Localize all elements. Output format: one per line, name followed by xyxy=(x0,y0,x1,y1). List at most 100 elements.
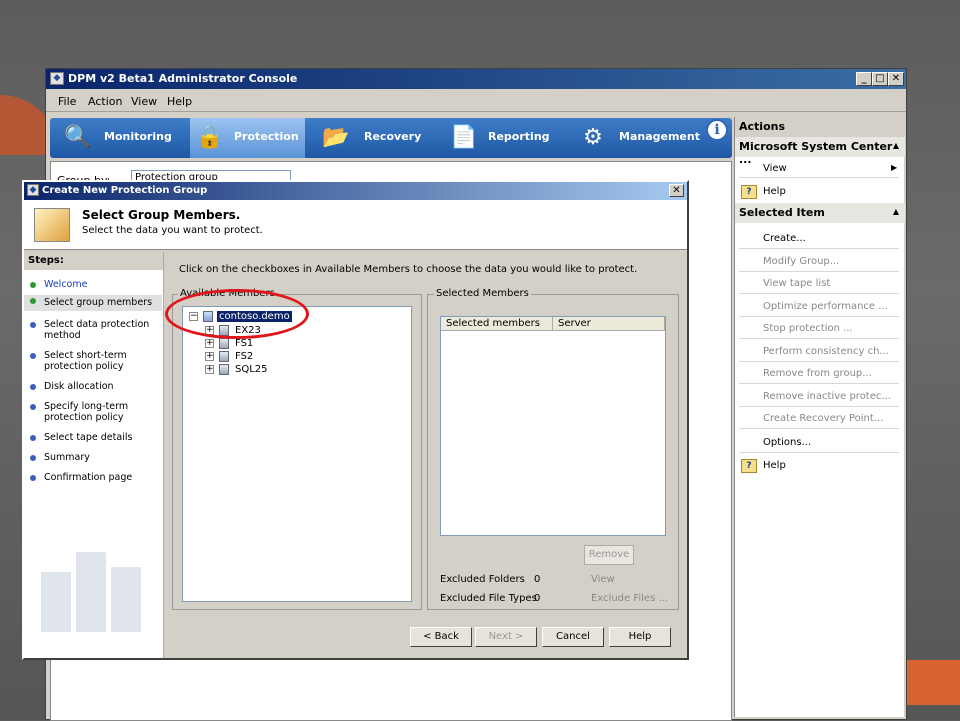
step-tape-details[interactable]: Select tape details xyxy=(30,432,162,443)
excluded-folders-label: Excluded Folders xyxy=(440,574,525,585)
column-header-selected-members[interactable]: Selected members xyxy=(441,317,553,331)
tab-reporting[interactable]: 📄 Reporting xyxy=(450,118,570,158)
action-stop-protection[interactable]: Stop protection ... xyxy=(763,323,853,334)
menu-view[interactable]: View xyxy=(131,95,157,108)
server-icon xyxy=(219,351,229,362)
tab-protection[interactable]: 🔒 Protection xyxy=(190,118,305,158)
available-members-tree[interactable]: − contoso.demo + EX23 + FS1 + FS2 + SQL2… xyxy=(182,306,412,602)
maximize-button[interactable]: □ xyxy=(872,72,888,86)
next-button[interactable]: Next > xyxy=(475,627,537,647)
server-icon xyxy=(219,338,229,349)
expand-plus-icon[interactable]: + xyxy=(205,352,214,361)
info-icon[interactable]: i xyxy=(706,119,728,141)
steps-title: Steps: xyxy=(24,252,163,270)
view-excluded-folders-link[interactable]: View xyxy=(591,574,615,585)
collapse-up-icon: ▲ xyxy=(892,141,899,150)
action-view-tape-list[interactable]: View tape list xyxy=(763,278,830,289)
step-data-protection-method[interactable]: Select data protection method xyxy=(30,319,162,341)
servers-watermark-icon xyxy=(41,552,141,632)
selected-members-legend: Selected Members xyxy=(434,288,531,299)
cancel-button[interactable]: Cancel xyxy=(542,627,604,647)
step-dot-icon xyxy=(30,353,36,359)
window-title: DPM v2 Beta1 Administrator Console xyxy=(68,72,298,85)
action-options[interactable]: Options... xyxy=(763,437,811,448)
menu-file[interactable]: File xyxy=(58,95,76,108)
dialog-close-button[interactable]: ✕ xyxy=(669,184,684,197)
dialog-app-icon: ◆ xyxy=(27,184,39,196)
action-remove-inactive[interactable]: Remove inactive protec... xyxy=(763,391,891,402)
tab-monitoring[interactable]: 🔍 Monitoring xyxy=(50,118,185,158)
help-button[interactable]: Help xyxy=(609,627,671,647)
tree-node-fs2[interactable]: FS2 xyxy=(235,351,253,363)
action-view[interactable]: View xyxy=(763,163,787,174)
dialog-title-bar[interactable]: Create New Protection Group xyxy=(24,182,687,200)
step-disk-allocation[interactable]: Disk allocation xyxy=(30,381,162,392)
action-create[interactable]: Create... xyxy=(763,233,806,244)
separator xyxy=(739,316,899,317)
instruction-text: Click on the checkboxes in Available Mem… xyxy=(179,264,638,275)
dialog-heading: Select Group Members. xyxy=(82,208,241,222)
step-welcome[interactable]: Welcome xyxy=(30,279,162,290)
tab-management[interactable]: ⚙ Management xyxy=(575,118,710,158)
separator xyxy=(739,406,899,407)
exclude-files-link[interactable]: Exclude Files ... xyxy=(591,593,668,604)
dialog-subheading: Select the data you want to protect. xyxy=(82,225,263,236)
actions-section-selected-item[interactable]: Selected Item ▲ xyxy=(735,203,905,223)
step-dot-icon xyxy=(30,455,36,461)
actions-section-system-center[interactable]: Microsoft System Center ... ▲ xyxy=(735,137,905,166)
action-remove-from-group[interactable]: Remove from group... xyxy=(763,368,872,379)
tab-recovery[interactable]: 📂 Recovery xyxy=(320,118,440,158)
step-dot-icon xyxy=(30,404,36,410)
separator xyxy=(739,338,899,339)
dialog-header: Select Group Members. Select the data yo… xyxy=(24,200,687,250)
help-icon: ? xyxy=(741,459,757,473)
step-short-term-policy[interactable]: Select short-term protection policy xyxy=(30,350,162,372)
remove-button[interactable]: Remove xyxy=(584,545,634,565)
column-header-server[interactable]: Server xyxy=(553,317,665,331)
action-modify-group[interactable]: Modify Group... xyxy=(763,256,839,267)
minimize-button[interactable]: _ xyxy=(856,72,872,86)
action-create-recovery-point[interactable]: Create Recovery Point... xyxy=(763,413,883,424)
separator xyxy=(739,383,899,384)
action-optimize-performance[interactable]: Optimize performance ... xyxy=(763,301,888,312)
expand-plus-icon[interactable]: + xyxy=(205,339,214,348)
main-title-bar[interactable]: DPM v2 Beta1 Administrator Console xyxy=(46,69,906,89)
collapse-up-icon: ▲ xyxy=(892,207,899,216)
highlight-annotation-ellipse xyxy=(165,289,309,339)
selected-members-table[interactable]: Selected members Server xyxy=(440,316,666,536)
menu-action[interactable]: Action xyxy=(88,95,122,108)
step-long-term-policy[interactable]: Specify long-term protection policy xyxy=(30,401,162,423)
step-dot-icon xyxy=(30,435,36,441)
expand-plus-icon[interactable]: + xyxy=(205,365,214,374)
management-gear-icon: ⚙ xyxy=(583,125,603,150)
step-dot-icon xyxy=(30,384,36,390)
tree-node-sql25[interactable]: SQL25 xyxy=(235,364,268,376)
menu-help[interactable]: Help xyxy=(167,95,192,108)
reporting-document-icon: 📄 xyxy=(450,125,478,150)
close-button[interactable]: ✕ xyxy=(888,72,904,86)
step-current-dot-icon xyxy=(30,298,36,304)
action-help-2[interactable]: Help xyxy=(763,460,786,471)
navigation-bar: 🔍 Monitoring 🔒 Protection 📂 Recovery 📄 R… xyxy=(50,118,732,158)
steps-pane: Steps: Welcome Select group members Sele… xyxy=(24,252,164,658)
back-button[interactable]: < Back xyxy=(410,627,472,647)
help-icon: ? xyxy=(741,185,757,199)
separator xyxy=(739,248,899,249)
step-confirmation[interactable]: Confirmation page xyxy=(30,472,162,483)
server-icon xyxy=(219,364,229,375)
separator xyxy=(739,271,899,272)
recovery-folder-icon: 📂 xyxy=(322,125,350,150)
excluded-file-types-label: Excluded File Types xyxy=(440,593,537,604)
step-dot-icon xyxy=(30,475,36,481)
action-consistency-check[interactable]: Perform consistency ch... xyxy=(763,346,889,357)
tree-node-fs1[interactable]: FS1 xyxy=(235,338,253,350)
create-protection-group-dialog: Create New Protection Group ◆ ✕ Select G… xyxy=(22,180,689,660)
action-help[interactable]: Help xyxy=(763,186,786,197)
excluded-file-types-count: 0 xyxy=(534,593,541,604)
excluded-folders-count: 0 xyxy=(534,574,541,585)
actions-header: Actions xyxy=(735,117,905,137)
separator xyxy=(739,293,899,294)
step-select-group-members[interactable]: Select group members xyxy=(24,295,162,311)
step-summary[interactable]: Summary xyxy=(30,452,162,463)
separator xyxy=(739,428,899,429)
